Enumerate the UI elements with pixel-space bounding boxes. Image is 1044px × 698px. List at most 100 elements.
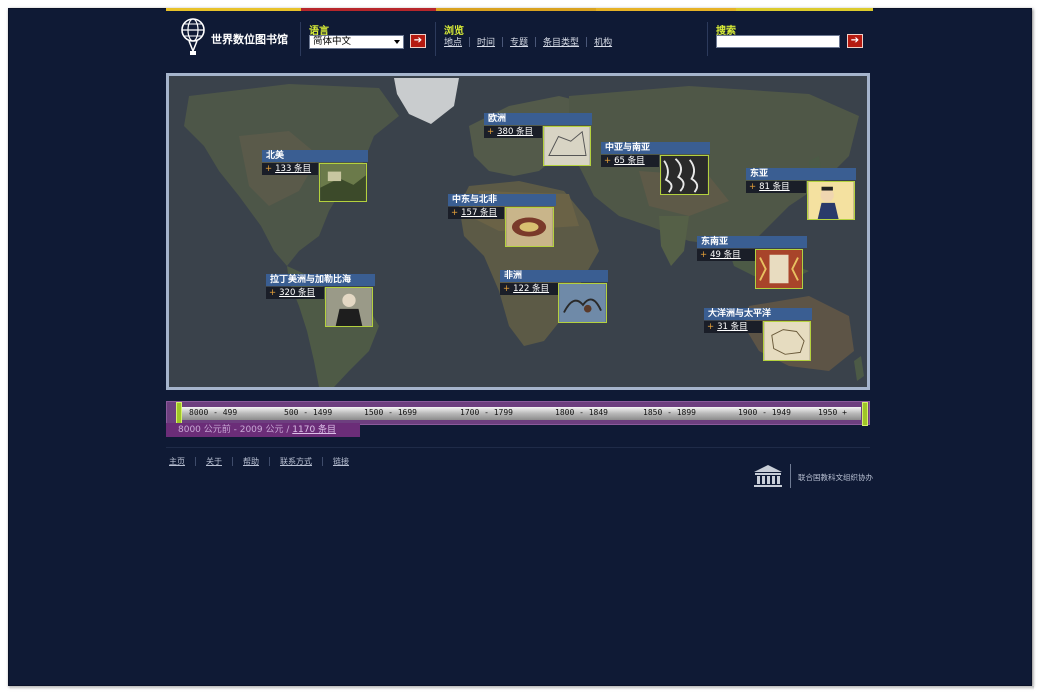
unesco-temple-icon — [754, 465, 782, 487]
page-shadow — [10, 686, 1034, 690]
region-count-link[interactable]: 133 条目 — [275, 164, 311, 174]
region-southeast-asia[interactable]: 东南亚 +49 条目 — [697, 236, 807, 290]
timeline-end-handle[interactable] — [862, 402, 868, 426]
browse-nav: 地点 时间 专题 条目类型 机构 — [444, 35, 612, 48]
region-thumbnail-image[interactable] — [319, 163, 367, 202]
language-select[interactable]: 简体中文 — [309, 35, 404, 49]
region-thumbnail-image[interactable] — [558, 283, 607, 323]
header-divider — [435, 22, 436, 56]
footer-link-about[interactable]: 关于 — [206, 456, 222, 467]
footer-link-home[interactable]: 主页 — [169, 456, 185, 467]
plus-icon: + — [503, 284, 511, 294]
search-input[interactable] — [716, 35, 840, 48]
footer-link-help[interactable]: 帮助 — [243, 456, 259, 467]
region-africa[interactable]: 非洲 +122 条目 — [500, 270, 608, 324]
region-count-link[interactable]: 31 条目 — [717, 322, 748, 332]
browse-link-time[interactable]: 时间 — [477, 35, 495, 48]
region-count-link[interactable]: 49 条目 — [710, 250, 741, 260]
timeline-summary: 8000 公元前 - 2009 公元 / 1170 条目 — [166, 423, 360, 437]
region-count: +65 条目 — [601, 155, 659, 167]
region-count: +81 条目 — [746, 181, 806, 193]
timeline-track[interactable]: 8000 - 499 500 - 1499 1500 - 1699 1700 -… — [177, 407, 861, 420]
timeline-period[interactable]: 1850 - 1899 — [643, 408, 696, 417]
region-north-america[interactable]: 北美 +133 条目 — [262, 150, 368, 202]
region-middle-east-north-africa[interactable]: 中东与北非 +157 条目 — [448, 194, 556, 248]
region-east-asia[interactable]: 东亚 +81 条目 — [746, 168, 856, 221]
region-thumbnail-image[interactable] — [807, 181, 855, 220]
region-title: 东南亚 — [697, 236, 807, 248]
region-title: 非洲 — [500, 270, 608, 282]
region-thumbnail-image[interactable] — [660, 155, 709, 195]
timeline-period[interactable]: 1950 + — [818, 408, 847, 417]
region-count: +122 条目 — [500, 283, 558, 295]
chevron-down-icon — [394, 40, 400, 44]
region-title: 拉丁美洲与加勒比海 — [266, 274, 375, 286]
timeline-period[interactable]: 1500 - 1699 — [364, 408, 417, 417]
plus-icon: + — [451, 208, 459, 218]
nav-separator — [535, 36, 537, 47]
search-go-button[interactable]: ➔ — [847, 34, 863, 48]
region-title: 欧洲 — [484, 113, 592, 125]
region-title: 北美 — [262, 150, 368, 162]
region-title: 中东与北非 — [448, 194, 556, 206]
unesco-partner-text: 联合国教科文组织协办 — [798, 473, 873, 482]
region-count-link[interactable]: 380 条目 — [497, 127, 533, 137]
region-count: +380 条目 — [484, 126, 542, 138]
language-go-button[interactable]: ➔ — [410, 34, 426, 48]
plus-icon: + — [265, 164, 273, 174]
nav-separator — [322, 457, 323, 466]
timeline-period[interactable]: 8000 - 499 — [189, 408, 237, 417]
timeline-period[interactable]: 1700 - 1799 — [460, 408, 513, 417]
region-count: +49 条目 — [697, 249, 755, 261]
site-title: 世界数位图书馆 — [211, 33, 288, 46]
timeline-period[interactable]: 1800 - 1849 — [555, 408, 608, 417]
plus-icon: + — [749, 182, 757, 192]
region-central-south-asia[interactable]: 中亚与南亚 +65 条目 — [601, 142, 710, 196]
region-thumbnail-image[interactable] — [325, 287, 373, 327]
region-title: 东亚 — [746, 168, 856, 180]
browse-link-institutions[interactable]: 机构 — [594, 35, 612, 48]
region-count: +31 条目 — [704, 321, 762, 333]
footer-link-contact[interactable]: 联系方式 — [280, 456, 312, 467]
region-count: +320 条目 — [266, 287, 324, 299]
browse-link-item-types[interactable]: 条目类型 — [543, 35, 579, 48]
region-thumbnail-image[interactable] — [755, 249, 803, 289]
region-count-link[interactable]: 157 条目 — [461, 208, 497, 218]
unesco-partner[interactable]: 联合国教科文组织协办 — [752, 464, 873, 488]
header-color-strips — [166, 8, 873, 11]
region-oceania-pacific[interactable]: 大洋洲与太平洋 +31 条目 — [704, 308, 812, 362]
timeline-count-link[interactable]: 1170 条目 — [292, 425, 336, 435]
region-latin-america-caribbean[interactable]: 拉丁美洲与加勒比海 +320 条目 — [266, 274, 375, 328]
plus-icon: + — [487, 127, 495, 137]
region-count: +157 条目 — [448, 207, 504, 219]
region-thumbnail-image[interactable] — [505, 207, 554, 247]
footer-link-links[interactable]: 链接 — [333, 456, 349, 467]
region-count-link[interactable]: 320 条目 — [279, 288, 315, 298]
arrow-right-icon: ➔ — [850, 35, 860, 46]
region-title: 大洋洲与太平洋 — [704, 308, 812, 320]
region-count-link[interactable]: 81 条目 — [759, 182, 790, 192]
region-thumbnail-image[interactable] — [763, 321, 811, 361]
region-count-link[interactable]: 65 条目 — [614, 156, 645, 166]
world-map: 北美 +133 条目 欧洲 +380 条目 中亚与南亚 +65 条目 东亚 +8… — [166, 73, 870, 390]
timeline-period[interactable]: 1900 - 1949 — [738, 408, 791, 417]
site-logo[interactable]: 世界数位图书馆 — [180, 17, 300, 59]
browse-link-topics[interactable]: 专题 — [510, 35, 528, 48]
nav-separator — [469, 36, 471, 47]
arrow-right-icon: ➔ — [413, 35, 423, 46]
plus-icon: + — [707, 322, 715, 332]
nav-separator — [195, 457, 196, 466]
timeline-slider[interactable]: 8000 - 499 500 - 1499 1500 - 1699 1700 -… — [166, 401, 870, 426]
footer-divider — [166, 447, 870, 448]
unesco-divider — [790, 464, 791, 488]
header-divider — [300, 22, 301, 56]
plus-icon: + — [700, 250, 708, 260]
timeline-period[interactable]: 500 - 1499 — [284, 408, 332, 417]
language-selected-value: 简体中文 — [313, 36, 352, 47]
footer-nav: 主页 关于 帮助 联系方式 链接 — [169, 456, 349, 467]
region-thumbnail-image[interactable] — [543, 126, 591, 166]
region-europe[interactable]: 欧洲 +380 条目 — [484, 113, 592, 168]
region-count-link[interactable]: 122 条目 — [513, 284, 549, 294]
globe-lamp-icon — [181, 18, 205, 55]
browse-link-places[interactable]: 地点 — [444, 35, 462, 48]
